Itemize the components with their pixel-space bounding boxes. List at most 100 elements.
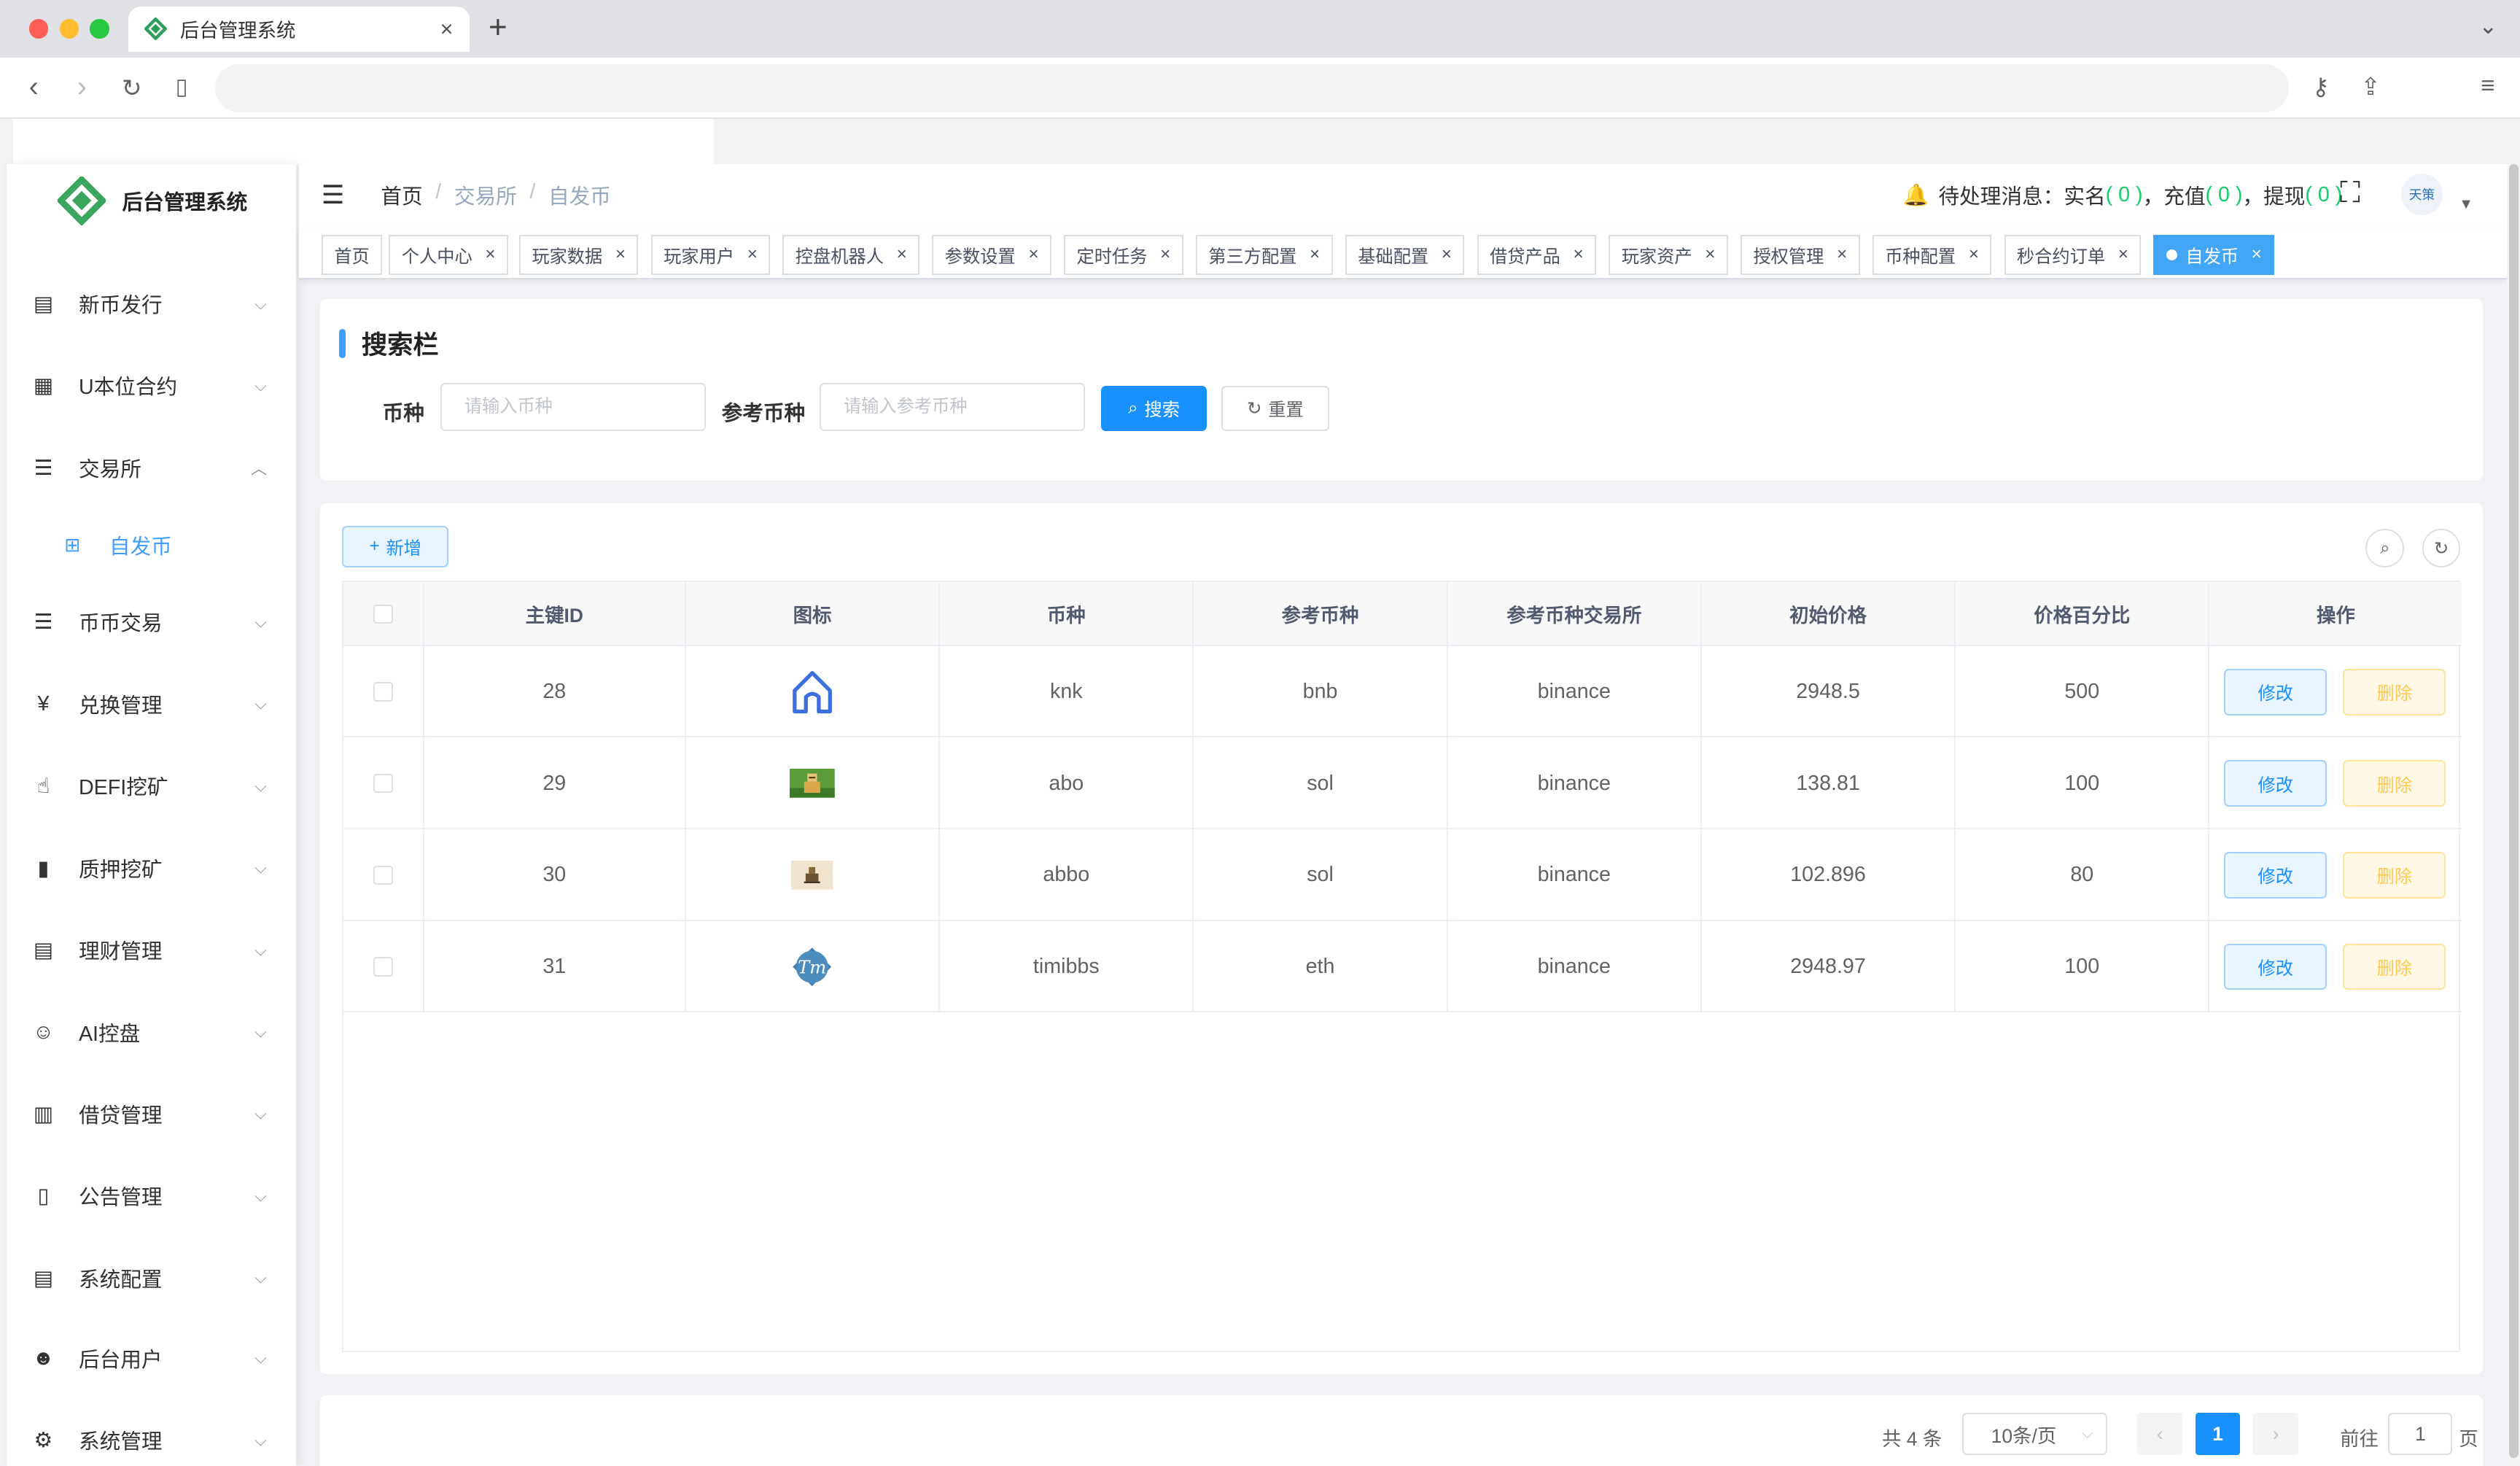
- tag-coin-config[interactable]: 币种配置 ×: [1872, 234, 1992, 275]
- tag-control-robot[interactable]: 控盘机器人 ×: [782, 234, 920, 275]
- caret-down-icon[interactable]: ▼: [2459, 196, 2473, 213]
- tag-close-icon[interactable]: ×: [747, 244, 758, 265]
- sidebar-item-lending[interactable]: ▥ 借贷管理 ⌵: [7, 1074, 296, 1154]
- withdraw-count[interactable]: ( 0 ): [2305, 183, 2342, 207]
- back-icon[interactable]: ‹: [16, 71, 51, 104]
- refresh-table-button[interactable]: ↻: [2422, 529, 2461, 568]
- coin-input[interactable]: [440, 382, 706, 431]
- recharge-count[interactable]: ( 0 ): [2206, 183, 2243, 207]
- delete-button[interactable]: 删除: [2343, 668, 2446, 715]
- column-header[interactable]: 图标: [686, 581, 941, 646]
- tag-close-icon[interactable]: ×: [2252, 244, 2262, 265]
- sidebar-item-defi-mining[interactable]: ☝ DEFI挖矿 ⌵: [7, 746, 296, 826]
- breadcrumb-exchange[interactable]: 交易所: [454, 180, 517, 210]
- row-checkbox[interactable]: [373, 774, 393, 794]
- tag-close-icon[interactable]: ×: [1310, 244, 1320, 265]
- tag-close-icon[interactable]: ×: [1442, 244, 1452, 265]
- column-header[interactable]: 参考币种: [1194, 581, 1448, 646]
- realname-count[interactable]: ( 0 ): [2106, 183, 2143, 207]
- column-header[interactable]: 初始价格: [1702, 581, 1956, 646]
- tag-parameter-settings[interactable]: 参数设置 ×: [932, 234, 1051, 275]
- tag-third-party-config[interactable]: 第三方配置 ×: [1195, 234, 1333, 275]
- page-number-current[interactable]: 1: [2195, 1413, 2241, 1455]
- tag-close-icon[interactable]: ×: [1969, 244, 1979, 265]
- sidebar-item-ai-control[interactable]: ☺ AI控盘 ⌵: [7, 992, 296, 1072]
- tag-profile[interactable]: 个人中心 ×: [389, 234, 508, 275]
- sidebar-item-new-coin[interactable]: ▤ 新币发行 ⌵: [7, 263, 296, 344]
- column-header[interactable]: 参考币种交易所: [1448, 581, 1702, 646]
- sidebar-item-admin-users[interactable]: ☻ 后台用户 ⌵: [7, 1318, 296, 1398]
- maximize-window-button[interactable]: [90, 19, 109, 39]
- url-input[interactable]: [215, 64, 2289, 113]
- row-checkbox[interactable]: [373, 865, 393, 885]
- page-scrollbar[interactable]: [2507, 163, 2520, 1466]
- add-button[interactable]: + 新增: [342, 525, 448, 568]
- ref-coin-input[interactable]: [820, 382, 1085, 431]
- tag-close-icon[interactable]: ×: [1574, 244, 1584, 265]
- row-checkbox[interactable]: [373, 682, 393, 702]
- share-icon[interactable]: ⇪: [2354, 72, 2387, 101]
- tag-close-icon[interactable]: ×: [1705, 244, 1715, 265]
- sidebar-item-system-config[interactable]: ▤ 系统配置 ⌵: [7, 1238, 296, 1318]
- column-header[interactable]: 价格百分比: [1956, 581, 2210, 646]
- edit-button[interactable]: 修改: [2224, 851, 2328, 899]
- scrollbar-thumb[interactable]: [2508, 163, 2519, 1459]
- menu-icon[interactable]: ≡: [2472, 72, 2504, 100]
- reload-icon[interactable]: ↻: [114, 74, 149, 103]
- sidebar-item-exchange[interactable]: ☰ 交易所 ︿: [7, 427, 296, 508]
- realname-label[interactable]: 实名: [2064, 180, 2105, 210]
- forward-icon[interactable]: ›: [64, 71, 99, 104]
- minimize-window-button[interactable]: [59, 19, 79, 39]
- tab-list-chevron-icon[interactable]: ⌄: [2478, 13, 2497, 39]
- sidebar-item-announcements[interactable]: ▯ 公告管理 ⌵: [7, 1156, 296, 1236]
- browser-tab[interactable]: 后台管理系统 ×: [128, 6, 470, 52]
- tag-player-users[interactable]: 玩家用户 ×: [650, 234, 771, 275]
- sidebar-item-exchange-management[interactable]: ¥ 兑换管理 ⌵: [7, 664, 296, 744]
- sidebar-item-u-contract[interactable]: ▦ U本位合约 ⌵: [7, 346, 296, 426]
- edit-button[interactable]: 修改: [2224, 668, 2328, 715]
- avatar[interactable]: 天策: [2400, 174, 2443, 216]
- column-header[interactable]: 主键ID: [424, 581, 686, 646]
- row-checkbox[interactable]: [373, 957, 393, 977]
- column-header[interactable]: 币种: [940, 581, 1194, 646]
- recharge-label[interactable]: 充值: [2163, 180, 2205, 210]
- tag-self-coin[interactable]: 自发币 ×: [2153, 234, 2275, 275]
- edit-button[interactable]: 修改: [2224, 943, 2328, 990]
- tag-loan-products[interactable]: 借贷产品 ×: [1477, 234, 1597, 275]
- bookmark-icon[interactable]: ▯: [164, 74, 199, 100]
- prev-page-button[interactable]: ‹: [2137, 1413, 2183, 1455]
- tag-close-icon[interactable]: ×: [1160, 244, 1170, 265]
- tag-home[interactable]: 首页: [321, 234, 383, 275]
- tag-close-icon[interactable]: ×: [2118, 244, 2128, 265]
- key-icon[interactable]: ⚷: [2305, 72, 2337, 101]
- delete-button[interactable]: 删除: [2343, 851, 2446, 899]
- menu-toggle-icon[interactable]: ☰: [322, 180, 345, 210]
- withdraw-label[interactable]: 提现: [2263, 180, 2305, 210]
- edit-button[interactable]: 修改: [2224, 760, 2328, 807]
- sidebar-item-spot-trading[interactable]: ☰ 币币交易 ⌵: [7, 582, 296, 662]
- tag-close-icon[interactable]: ×: [485, 244, 495, 265]
- sidebar-item-system-management[interactable]: ⚙ 系统管理 ⌵: [7, 1400, 296, 1466]
- select-all-checkbox[interactable]: [373, 604, 393, 624]
- close-tab-icon[interactable]: ×: [440, 16, 454, 42]
- tag-close-icon[interactable]: ×: [1837, 244, 1847, 265]
- tag-close-icon[interactable]: ×: [897, 244, 907, 265]
- page-size-select[interactable]: 10条/页 ⌵: [1962, 1413, 2107, 1455]
- reset-button[interactable]: ↻ 重置: [1221, 385, 1329, 431]
- goto-page-input[interactable]: 1: [2388, 1413, 2453, 1455]
- tag-basic-config[interactable]: 基础配置 ×: [1345, 234, 1465, 275]
- tag-second-contract-orders[interactable]: 秒合约订单 ×: [2004, 234, 2142, 275]
- bell-icon[interactable]: 🔔: [1903, 182, 1929, 208]
- search-button[interactable]: ⌕ 搜索: [1100, 385, 1208, 431]
- tag-close-icon[interactable]: ×: [615, 244, 626, 265]
- close-window-button[interactable]: [28, 19, 49, 39]
- fullscreen-icon[interactable]: ⛶: [2340, 177, 2360, 209]
- next-page-button[interactable]: ›: [2253, 1413, 2298, 1455]
- tag-close-icon[interactable]: ×: [1028, 244, 1038, 265]
- new-tab-button[interactable]: +: [489, 9, 508, 46]
- toggle-search-button[interactable]: ⌕: [2365, 529, 2405, 568]
- tag-authorization[interactable]: 授权管理 ×: [1741, 234, 1860, 275]
- sidebar-subitem-self-coin[interactable]: ⊞ 自发币: [7, 513, 296, 577]
- tag-scheduled-tasks[interactable]: 定时任务 ×: [1064, 234, 1183, 275]
- sidebar-item-staking[interactable]: ▮ 质押挖矿 ⌵: [7, 828, 296, 908]
